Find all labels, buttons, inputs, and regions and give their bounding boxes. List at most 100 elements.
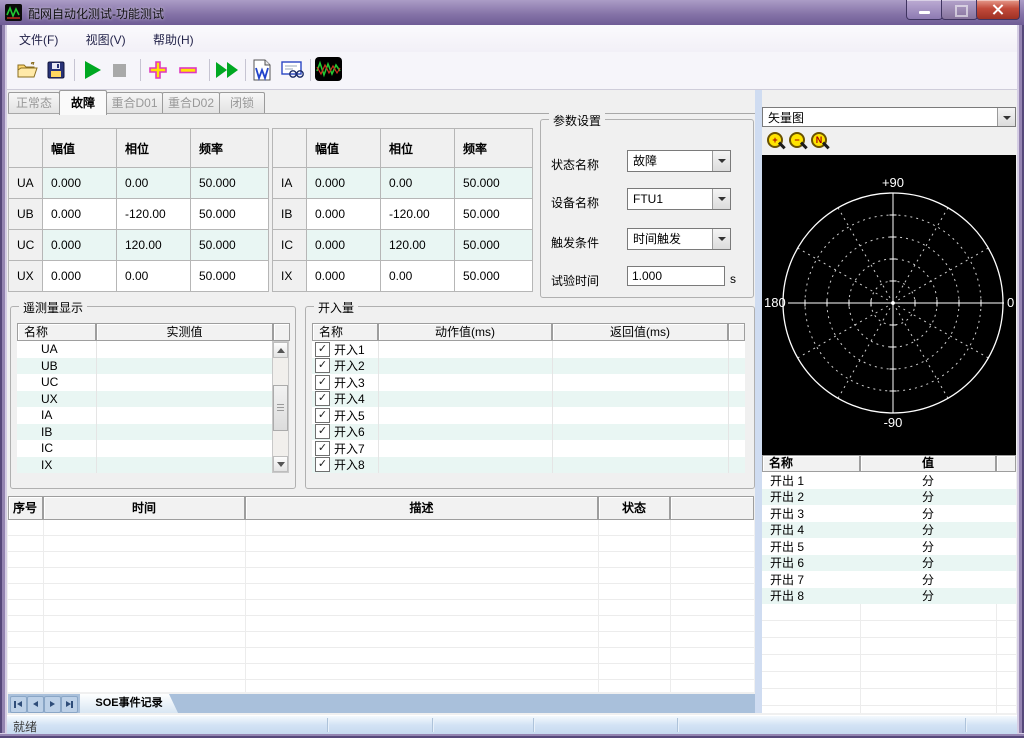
grid-cell[interactable]: 0.000 [43,199,117,230]
row-header-ua: UA [9,168,43,199]
save-button[interactable] [43,57,69,83]
tab-normal-state[interactable]: 正常态 [8,92,60,114]
checkbox-checked-icon[interactable] [315,342,330,357]
checkbox-checked-icon[interactable] [315,358,330,373]
open-button[interactable] [14,57,40,83]
grid-cell[interactable]: -120.00 [117,199,191,230]
checkbox-checked-icon[interactable] [315,457,330,472]
fast-forward-button[interactable] [214,57,240,83]
grid-cell[interactable]: -120.00 [381,199,455,230]
telemetry-row[interactable]: IX [17,457,272,474]
grid-cell[interactable]: 0.00 [381,168,455,199]
view-select[interactable]: 矢量图 [762,107,1016,127]
grid-cell[interactable]: 50.000 [191,199,269,230]
output-row[interactable]: 开出 1分 [762,472,1016,489]
menu-item-file[interactable]: 文件(F) [7,25,70,48]
menu-item-view[interactable]: 视图(V) [74,25,138,48]
output-row[interactable]: 开出 2分 [762,489,1016,506]
grid-cell[interactable]: 50.000 [191,230,269,261]
add-button[interactable] [145,57,171,83]
zoom-out-button[interactable]: − [788,131,808,151]
grid-cell[interactable]: 50.000 [455,261,533,292]
test-time-label: 试验时间 [551,272,599,289]
output-row[interactable]: 开出 4分 [762,522,1016,539]
zoom-in-button[interactable]: + [766,131,786,151]
grid-cell[interactable]: 0.000 [307,230,381,261]
input-row[interactable]: 开入4 [312,391,745,408]
waveform-button[interactable] [315,57,342,81]
output-row[interactable]: 开出 5分 [762,538,1016,555]
checkbox-checked-icon[interactable] [315,375,330,390]
chevron-down-icon[interactable] [712,229,730,249]
tab-fault[interactable]: 故障 [59,90,107,115]
nav-prev-button[interactable] [27,696,44,713]
device-select[interactable]: FTU1 [627,188,731,210]
grid-cell[interactable]: 0.000 [307,199,381,230]
telemetry-row[interactable]: IC [17,440,272,457]
report-button[interactable] [249,57,275,83]
output-row[interactable]: 开出 8分 [762,588,1016,605]
grid-cell[interactable]: 0.000 [43,230,117,261]
grid-cell[interactable]: 120.00 [381,230,455,261]
grid-cell[interactable]: 50.000 [455,168,533,199]
grid-cell[interactable]: 0.000 [43,261,117,292]
grid-cell[interactable]: 0.00 [381,261,455,292]
test-time-input[interactable] [627,266,725,286]
telemetry-row[interactable]: UX [17,391,272,408]
input-row[interactable]: 开入5 [312,407,745,424]
grid-cell[interactable]: 50.000 [455,199,533,230]
grid-cell[interactable]: 0.000 [307,261,381,292]
remove-button[interactable] [175,57,201,83]
menu-item-help[interactable]: 帮助(H) [141,25,206,48]
nav-first-button[interactable] [10,696,27,713]
panel-splitter[interactable] [755,90,762,713]
title-bar[interactable]: 配网自动化测试-功能测试 [0,0,1024,26]
grid-cell[interactable]: 50.000 [191,261,269,292]
input-row[interactable]: 开入8 [312,457,745,474]
input-row[interactable]: 开入6 [312,424,745,441]
scroll-thumb[interactable] [273,385,288,431]
output-row[interactable]: 开出 7分 [762,571,1016,588]
grid-cell[interactable]: 120.00 [117,230,191,261]
zoom-reset-button[interactable]: N [810,131,830,151]
grid-cell[interactable]: 0.000 [307,168,381,199]
grid-cell[interactable]: 0.00 [117,168,191,199]
checkbox-checked-icon[interactable] [315,441,330,456]
checkbox-checked-icon[interactable] [315,408,330,423]
grid-cell[interactable]: 0.000 [43,168,117,199]
input-row[interactable]: 开入1 [312,341,745,358]
telemetry-row[interactable]: UA [17,341,272,358]
grid-cell[interactable]: 50.000 [455,230,533,261]
run-button[interactable] [80,57,106,83]
telemetry-row[interactable]: UC [17,374,272,391]
chevron-down-icon[interactable] [712,189,730,209]
chevron-down-icon[interactable] [997,108,1015,126]
output-row[interactable]: 开出 6分 [762,555,1016,572]
scrollbar[interactable] [272,341,289,473]
tab-reclose-d01[interactable]: 重合D01 [106,92,163,114]
nav-next-button[interactable] [44,696,61,713]
scroll-down-button[interactable] [273,456,288,472]
soe-log-tab[interactable]: SOE事件记录 [80,694,178,713]
trigger-select[interactable]: 时间触发 [627,228,731,250]
tab-lock[interactable]: 闭锁 [219,92,265,114]
tab-reclose-d02[interactable]: 重合D02 [162,92,220,114]
close-button[interactable] [976,0,1020,20]
preview-button[interactable] [279,57,305,83]
nav-last-button[interactable] [61,696,78,713]
grid-cell[interactable]: 50.000 [191,168,269,199]
checkbox-checked-icon[interactable] [315,391,330,406]
output-row[interactable]: 开出 3分 [762,505,1016,522]
state-select[interactable]: 故障 [627,150,731,172]
chevron-down-icon[interactable] [712,151,730,171]
minimize-button[interactable] [906,0,943,20]
input-row[interactable]: 开入7 [312,440,745,457]
input-row[interactable]: 开入2 [312,358,745,375]
scroll-up-button[interactable] [273,342,288,358]
checkbox-checked-icon[interactable] [315,424,330,439]
telemetry-row[interactable]: UB [17,358,272,375]
input-row[interactable]: 开入3 [312,374,745,391]
grid-cell[interactable]: 0.00 [117,261,191,292]
telemetry-row[interactable]: IA [17,407,272,424]
telemetry-row[interactable]: IB [17,424,272,441]
